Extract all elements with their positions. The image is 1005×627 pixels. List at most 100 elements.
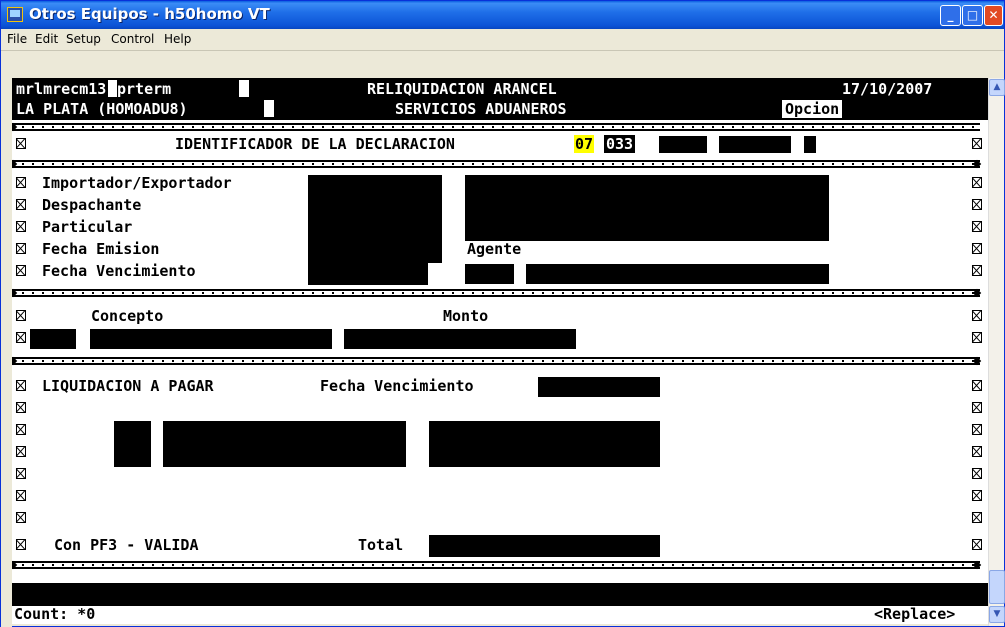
date: 17/10/2007 (842, 80, 933, 98)
field-marker (16, 138, 26, 149)
identifier-field-3[interactable] (659, 136, 707, 153)
scroll-down-arrow-icon[interactable]: ▼ (989, 606, 1005, 623)
importador-code-field[interactable] (308, 175, 442, 263)
liq-fecha-vencimiento-label: Fecha Vencimiento (320, 377, 474, 395)
scroll-thumb[interactable] (989, 570, 1005, 604)
field-marker (16, 446, 26, 457)
field-marker (972, 490, 982, 501)
field-marker (16, 221, 26, 232)
menu-bar: File Edit Setup Control Help (1, 29, 1004, 51)
fecha-vencimiento-label: Fecha Vencimiento (42, 262, 196, 280)
menu-edit[interactable]: Edit (35, 32, 58, 46)
scroll-up-arrow-icon[interactable]: ▲ (989, 79, 1005, 96)
status-count: Count: *0 (14, 605, 96, 623)
terminal-window: Otros Equipos - h50homo VT _ □ ✕ File Ed… (0, 0, 1005, 627)
field-marker (972, 310, 982, 321)
identifier-year[interactable]: 07 (574, 135, 595, 153)
fecha-vencimiento-field[interactable] (308, 263, 428, 285)
agente-code-field[interactable] (465, 264, 514, 284)
field-marker (972, 402, 982, 413)
field-marker (972, 512, 982, 523)
field-marker (16, 380, 26, 391)
separator (12, 560, 982, 570)
field-marker (16, 402, 26, 413)
liq-amount-field[interactable] (429, 421, 660, 467)
importador-name-field[interactable] (465, 175, 829, 241)
year-field[interactable]: 07 (574, 135, 595, 153)
maximize-button[interactable]: □ (962, 5, 983, 26)
status-mode: <Replace> (874, 605, 956, 623)
field-marker (16, 490, 26, 501)
identifier-label: IDENTIFICADOR DE LA DECLARACION (175, 135, 455, 153)
field-marker (972, 138, 982, 149)
importador-label: Importador/Exportador (42, 174, 232, 192)
vertical-scrollbar[interactable]: ▲ ▼ (988, 78, 1005, 626)
particular-label: Particular (42, 218, 133, 236)
field-marker (972, 177, 982, 188)
location: LA PLATA (HOMOADU8) (16, 100, 188, 118)
liq-fecha-vencimiento-field[interactable] (538, 377, 660, 397)
field-marker (16, 539, 26, 550)
identifier-code[interactable]: 033 (604, 135, 636, 153)
option-field[interactable]: Opcion (782, 100, 843, 118)
liquidacion-label: LIQUIDACION A PAGAR (42, 377, 214, 395)
fecha-emision-label: Fecha Emision (42, 240, 160, 258)
field-marker (972, 199, 982, 210)
menu-control[interactable]: Control (111, 32, 154, 46)
field-marker (16, 468, 26, 479)
terminal-name: prterm (117, 80, 172, 98)
total-label: Total (358, 536, 404, 554)
program-id: mrlmrecm13 (16, 80, 107, 98)
cursor-cell (108, 80, 117, 97)
identifier-field-4[interactable] (719, 136, 791, 153)
field-marker (16, 332, 26, 343)
field-marker (16, 424, 26, 435)
menu-setup[interactable]: Setup (66, 32, 101, 46)
monto-field[interactable] (344, 329, 576, 349)
close-button[interactable]: ✕ (984, 5, 1003, 26)
agente-name-field[interactable] (526, 264, 829, 284)
title-bar[interactable]: Otros Equipos - h50homo VT _ □ ✕ (1, 1, 1004, 29)
header-gap (239, 80, 249, 97)
liq-code-field[interactable] (114, 421, 151, 467)
message-line (12, 583, 988, 606)
agente-label: Agente (467, 240, 522, 258)
field-marker (972, 424, 982, 435)
screen-subtitle: SERVICIOS ADUANEROS (395, 100, 567, 118)
separator (12, 159, 982, 169)
menu-help[interactable]: Help (164, 32, 191, 46)
header-gap-2 (264, 100, 274, 117)
screen-title: RELIQUIDACION ARANCEL (367, 80, 557, 98)
field-marker (16, 265, 26, 276)
separator (12, 356, 982, 366)
field-marker (16, 177, 26, 188)
field-marker (16, 243, 26, 254)
field-marker (972, 265, 982, 276)
field-marker (972, 221, 982, 232)
field-marker (16, 512, 26, 523)
pf3-label: Con PF3 - VALIDA (54, 536, 199, 554)
separator (12, 122, 980, 132)
field-marker (972, 539, 982, 550)
identifier-field-5[interactable] (804, 136, 816, 153)
liq-desc-field[interactable] (163, 421, 406, 467)
separator (12, 288, 982, 298)
terminal-screen[interactable]: mrlmrecm13 prterm RELIQUIDACION ARANCEL … (12, 78, 988, 624)
terminal-app-icon (7, 7, 23, 22)
field-marker (972, 380, 982, 391)
despachante-label: Despachante (42, 196, 142, 214)
window-title: Otros Equipos - h50homo VT (29, 5, 270, 23)
concepto-code-field[interactable] (30, 329, 76, 349)
field-marker (16, 310, 26, 321)
field-marker (972, 468, 982, 479)
concepto-desc-field[interactable] (90, 329, 332, 349)
field-marker (16, 199, 26, 210)
monto-header: Monto (443, 307, 489, 325)
terminal-border-left (1, 78, 12, 627)
menu-file[interactable]: File (7, 32, 27, 46)
concepto-header: Concepto (91, 307, 164, 325)
terminal-border (1, 51, 1004, 78)
minimize-button[interactable]: _ (940, 5, 961, 26)
field-marker (972, 446, 982, 457)
total-field[interactable] (429, 535, 660, 557)
